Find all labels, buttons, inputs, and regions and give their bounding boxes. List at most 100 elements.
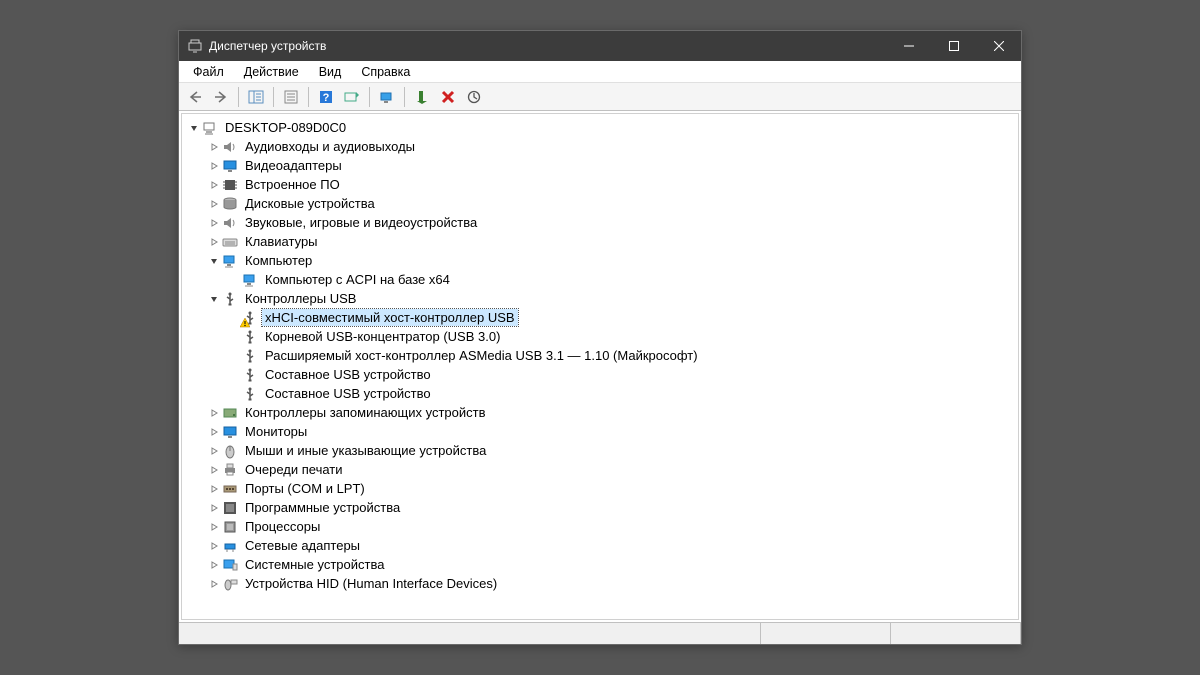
device-acpi-computer[interactable]: Компьютер с ACPI на базе x64 <box>188 270 1018 289</box>
tree-item-label: Составное USB устройство <box>262 366 434 383</box>
category-network-adapters[interactable]: Сетевые адаптеры <box>188 536 1018 555</box>
category-audio[interactable]: Аудиовходы и аудиовыходы <box>188 137 1018 156</box>
chevron-right-icon[interactable] <box>208 236 220 248</box>
update-driver-button[interactable] <box>375 86 399 108</box>
uninstall-device-button[interactable] <box>436 86 460 108</box>
titlebar[interactable]: Диспетчер устройств <box>179 31 1021 61</box>
enable-device-button[interactable] <box>410 86 434 108</box>
monitor-icon <box>222 158 238 174</box>
mouse-icon <box>222 443 238 459</box>
device-asmedia-controller[interactable]: Расширяемый хост-контроллер ASMedia USB … <box>188 346 1018 365</box>
chevron-right-icon[interactable] <box>208 141 220 153</box>
tree-item-label: Составное USB устройство <box>262 385 434 402</box>
back-button[interactable] <box>183 86 207 108</box>
device-manager-window: Диспетчер устройств Файл Действие Вид Сп… <box>178 30 1022 645</box>
chevron-right-icon[interactable] <box>208 179 220 191</box>
tree-item-label: Контроллеры USB <box>242 290 359 307</box>
category-computer[interactable]: Компьютер <box>188 251 1018 270</box>
device-xhci-controller[interactable]: xHCI-совместимый хост-контроллер USB <box>188 308 1018 327</box>
device-tree[interactable]: DESKTOP-089D0C0Аудиовходы и аудиовыходыВ… <box>181 113 1019 620</box>
category-storage-controllers[interactable]: Контроллеры запоминающих устройств <box>188 403 1018 422</box>
chevron-right-icon[interactable] <box>208 217 220 229</box>
printer-icon <box>222 462 238 478</box>
chevron-right-icon[interactable] <box>208 483 220 495</box>
minimize-button[interactable] <box>886 31 931 61</box>
category-firmware[interactable]: Встроенное ПО <box>188 175 1018 194</box>
chevron-down-icon[interactable] <box>188 122 200 134</box>
disable-device-button[interactable] <box>462 86 486 108</box>
tree-item-label: Видеоадаптеры <box>242 157 345 174</box>
tree-item-label: DESKTOP-089D0C0 <box>222 119 349 136</box>
storage-icon <box>222 405 238 421</box>
chevron-down-icon[interactable] <box>208 293 220 305</box>
category-ports[interactable]: Порты (COM и LPT) <box>188 479 1018 498</box>
menu-action[interactable]: Действие <box>234 63 309 81</box>
category-usb-controllers[interactable]: Контроллеры USB <box>188 289 1018 308</box>
show-hide-tree-button[interactable] <box>244 86 268 108</box>
tree-item-label: Устройства HID (Human Interface Devices) <box>242 575 500 592</box>
category-sound[interactable]: Звуковые, игровые и видеоустройства <box>188 213 1018 232</box>
device-usb-root-hub[interactable]: Корневой USB-концентратор (USB 3.0) <box>188 327 1018 346</box>
tree-item-label: Клавиатуры <box>242 233 321 250</box>
cpu-icon <box>222 519 238 535</box>
close-button[interactable] <box>976 31 1021 61</box>
keyboard-icon <box>222 234 238 250</box>
chevron-right-icon[interactable] <box>208 160 220 172</box>
chevron-right-icon[interactable] <box>208 540 220 552</box>
tree-item-label: Корневой USB-концентратор (USB 3.0) <box>262 328 503 345</box>
chevron-right-icon[interactable] <box>208 426 220 438</box>
chevron-right-icon[interactable] <box>208 407 220 419</box>
category-mice[interactable]: Мыши и иные указывающие устройства <box>188 441 1018 460</box>
app-icon <box>187 38 203 54</box>
statusbar <box>179 622 1021 644</box>
usb-icon <box>242 329 258 345</box>
menu-file[interactable]: Файл <box>183 63 234 81</box>
chevron-right-icon[interactable] <box>208 464 220 476</box>
chevron-right-icon[interactable] <box>208 578 220 590</box>
tree-item-label: Встроенное ПО <box>242 176 343 193</box>
menu-view[interactable]: Вид <box>309 63 352 81</box>
tree-item-label: Дисковые устройства <box>242 195 378 212</box>
category-processors[interactable]: Процессоры <box>188 517 1018 536</box>
device-usb-composite-1[interactable]: Составное USB устройство <box>188 365 1018 384</box>
category-system-devices[interactable]: Системные устройства <box>188 555 1018 574</box>
usb-icon <box>222 291 238 307</box>
tree-root-node[interactable]: DESKTOP-089D0C0 <box>188 118 1018 137</box>
help-button[interactable]: ? <box>314 86 338 108</box>
tree-item-label: Мониторы <box>242 423 310 440</box>
speaker-icon <box>222 139 238 155</box>
category-keyboards[interactable]: Клавиатуры <box>188 232 1018 251</box>
tree-item-label: Программные устройства <box>242 499 403 516</box>
chevron-right-icon[interactable] <box>208 445 220 457</box>
category-monitors[interactable]: Мониторы <box>188 422 1018 441</box>
toolbar: ? <box>179 83 1021 111</box>
software-icon <box>222 500 238 516</box>
menu-help[interactable]: Справка <box>351 63 420 81</box>
speaker-icon <box>222 215 238 231</box>
chevron-right-icon[interactable] <box>208 559 220 571</box>
chevron-right-icon[interactable] <box>208 502 220 514</box>
chevron-right-icon[interactable] <box>208 198 220 210</box>
system-icon <box>222 557 238 573</box>
category-display-adapters[interactable]: Видеоадаптеры <box>188 156 1018 175</box>
properties-button[interactable] <box>279 86 303 108</box>
usb-icon <box>242 367 258 383</box>
maximize-button[interactable] <box>931 31 976 61</box>
chevron-right-icon[interactable] <box>208 521 220 533</box>
category-hid-devices[interactable]: Устройства HID (Human Interface Devices) <box>188 574 1018 593</box>
category-software-devices[interactable]: Программные устройства <box>188 498 1018 517</box>
device-usb-composite-2[interactable]: Составное USB устройство <box>188 384 1018 403</box>
category-disk-drives[interactable]: Дисковые устройства <box>188 194 1018 213</box>
usb-icon <box>242 310 258 326</box>
port-icon <box>222 481 238 497</box>
scan-hardware-button[interactable] <box>340 86 364 108</box>
computer_root-icon <box>202 120 218 136</box>
menubar: Файл Действие Вид Справка <box>179 61 1021 83</box>
svg-text:?: ? <box>323 92 330 104</box>
forward-button[interactable] <box>209 86 233 108</box>
chevron-down-icon[interactable] <box>208 255 220 267</box>
category-print-queues[interactable]: Очереди печати <box>188 460 1018 479</box>
monitor-icon <box>222 424 238 440</box>
computer-icon <box>222 253 238 269</box>
warning-badge-icon <box>240 318 250 328</box>
